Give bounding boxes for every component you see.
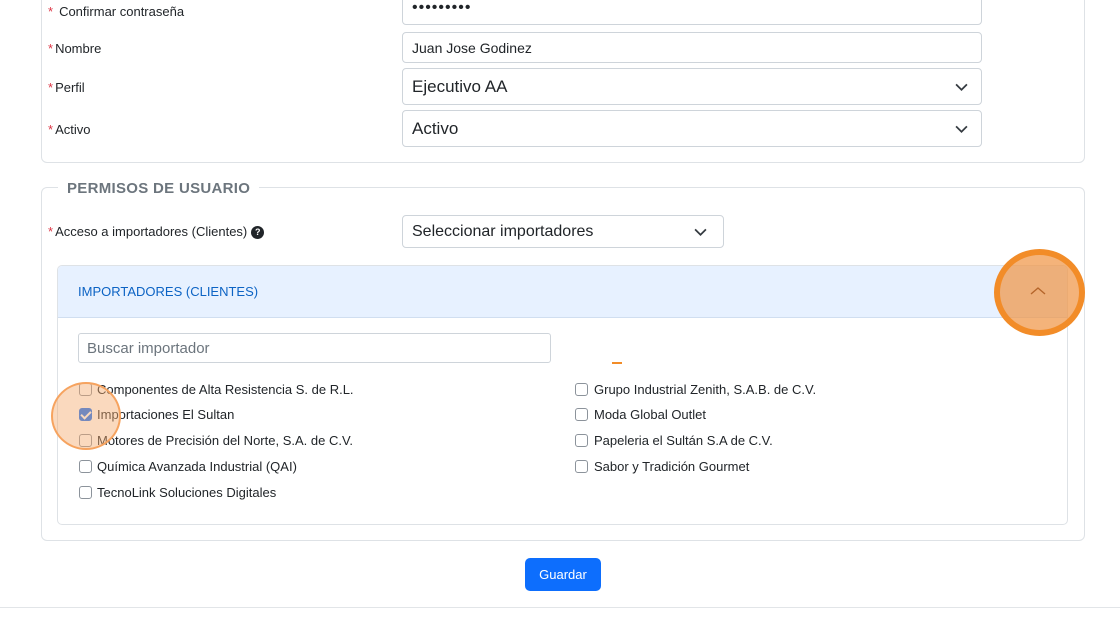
permissions-legend: PERMISOS DE USUARIO [58,180,260,197]
checkbox-importer-6[interactable] [575,383,588,396]
question-circle-icon[interactable]: ? [251,226,265,240]
chevron-up-icon[interactable] [1030,286,1046,296]
cursor-mark [612,362,622,364]
confirm-password-input[interactable]: ••••••••• [402,0,982,25]
checkbox-importer-5[interactable] [79,486,92,499]
checkbox-importer-4[interactable] [79,460,92,473]
importer-label: Sabor y Tradición Gourmet [594,459,750,474]
nombre-label: * Nombre [48,41,102,56]
importers-panel-header[interactable]: IMPORTADORES (CLIENTES) [58,266,1067,318]
access-importers-label: * Acceso a importadores (Clientes)? [48,224,265,240]
chevron-down-icon [694,228,707,236]
importer-label: Papeleria el Sultán S.A de C.V. [594,433,773,448]
checkbox-importer-8[interactable] [575,434,588,447]
importer-label: Moda Global Outlet [594,407,707,422]
importer-label: Componentes de Alta Resistencia S. de R.… [97,382,354,397]
activo-select[interactable]: Activo [402,110,982,147]
save-button[interactable]: Guardar [525,558,601,591]
click-highlight-checkbox [51,382,121,450]
importers-select[interactable]: Seleccionar importadores [402,215,724,248]
importer-label: TecnoLink Soluciones Digitales [97,485,277,500]
chevron-down-icon [955,83,968,91]
footer-divider [0,607,1120,608]
importer-label: Grupo Industrial Zenith, S.A.B. de C.V. [594,382,817,397]
checkbox-importer-9[interactable] [575,460,588,473]
activo-label: * Activo [48,122,91,137]
importer-label: Motores de Precisión del Norte, S.A. de … [97,433,354,448]
importers-panel-title: IMPORTADORES (CLIENTES) [78,284,259,299]
search-importer-input[interactable] [78,333,551,363]
importer-label: Química Avanzada Industrial (QAI) [97,459,297,474]
perfil-label: * Perfil [48,80,85,95]
checkbox-importer-7[interactable] [575,408,588,421]
perfil-select[interactable]: Ejecutivo AA [402,68,982,105]
nombre-input[interactable]: Juan Jose Godinez [402,32,982,63]
confirm-password-label: * Confirmar contraseña [48,4,185,19]
chevron-down-icon [955,125,968,133]
